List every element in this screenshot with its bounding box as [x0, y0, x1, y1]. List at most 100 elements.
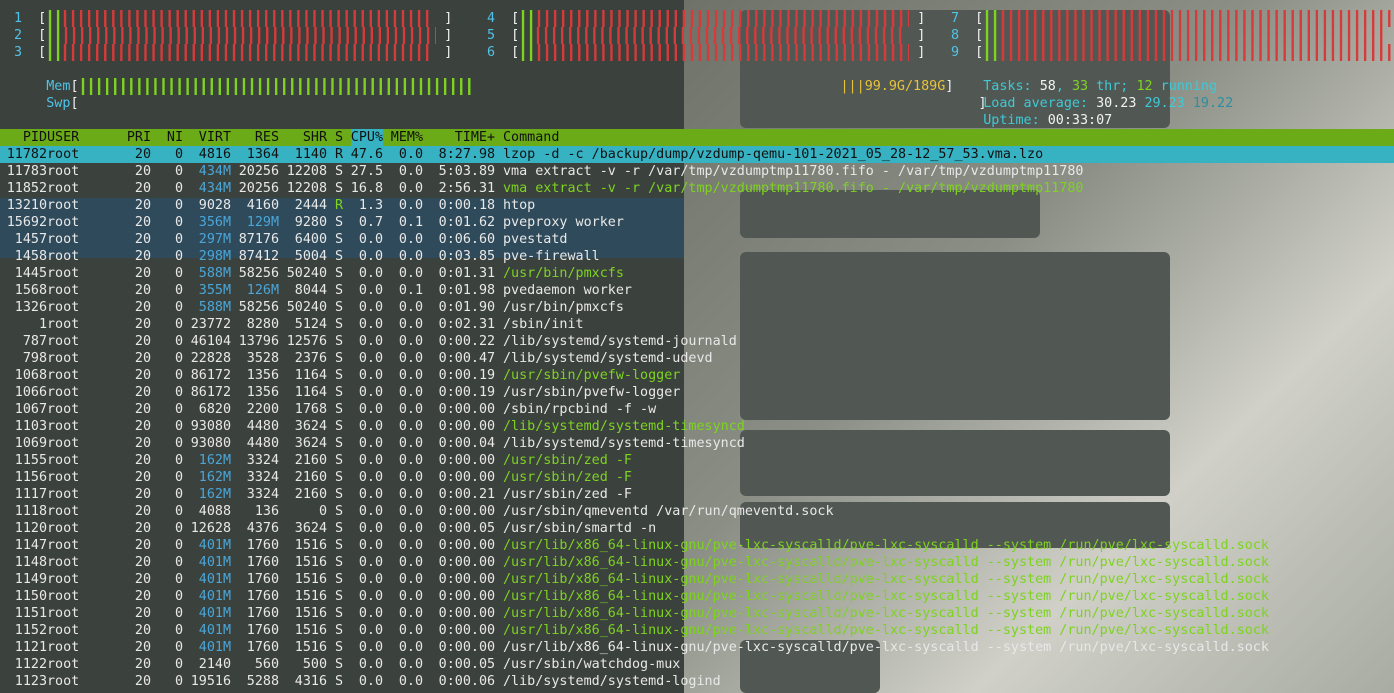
state-cell: S: [335, 368, 344, 383]
process-row[interactable]: 1118 root 20 0 4088 136 0 S 0.0 0.0 0:00.00/usr/sb…: [0, 503, 1394, 520]
command-cell: pvedaemon worker: [503, 283, 632, 298]
user-cell: root: [47, 657, 80, 672]
virt-cell: 4088: [198, 504, 232, 519]
time-cell: 5:03.89: [438, 164, 496, 179]
process-row[interactable]: 1068 root 20 0 86172 1356 1164 S 0.0 0.0 0:00.19/u…: [0, 367, 1394, 384]
header-time[interactable]: TIME+: [455, 129, 495, 146]
process-row[interactable]: 1147 root 20 0 401M 1760 1516 S 0.0 0.0 0:00.00/us…: [0, 537, 1394, 554]
res-cell: 5288: [246, 674, 280, 689]
pid-cell: 1117: [14, 487, 48, 502]
header-user[interactable]: USER: [47, 129, 79, 146]
res-cell: 4480: [246, 436, 280, 451]
header-res[interactable]: RES: [255, 129, 279, 146]
process-row[interactable]: 1152 root 20 0 401M 1760 1516 S 0.0 0.0 0:00.00/us…: [0, 622, 1394, 639]
process-row[interactable]: 1458 root 20 0 298M 87412 5004 S 0.0 0.0 0:03.85 pv…: [0, 248, 1394, 265]
command-cell: /sbin/init: [503, 317, 584, 332]
virt-cell: 298M: [198, 249, 232, 264]
virt-cell: 162M: [198, 470, 232, 485]
header-virt[interactable]: VIRT: [199, 129, 231, 146]
process-row[interactable]: 1117 root 20 0 162M 3324 2160 S 0.0 0.0 0:00.21/us…: [0, 486, 1394, 503]
cpu-number: 2: [14, 28, 23, 43]
process-row[interactable]: 1326 root 20 0 588M 58256 50240 S 0.0 0.0 0:01.90 /…: [0, 299, 1394, 316]
process-row[interactable]: 1151 root 20 0 401M 1760 1516 S 0.0 0.0 0:00.00/us…: [0, 605, 1394, 622]
process-row-selected[interactable]: 11782 root 20 0 4816 1364 1140 R 47.6 0.0 8:27.98 l…: [0, 146, 1394, 163]
mem-cell: 0.0: [398, 640, 424, 655]
process-row[interactable]: 1103 root 20 0 93080 4480 3624 S 0.0 0.0 0:00.00/l…: [0, 418, 1394, 435]
process-row[interactable]: 1156 root 20 0 162M 3324 2160 S 0.0 0.0 0:00.00/us…: [0, 469, 1394, 486]
process-row[interactable]: 11852 root 20 0 434M 20256 12208 S 16.8 0.0 2:56.3…: [0, 180, 1394, 197]
nice-cell: 0: [174, 266, 183, 281]
header-cpu[interactable]: CPU%: [350, 129, 384, 146]
header-state[interactable]: S: [335, 129, 343, 146]
mem-cell: 0.0: [398, 436, 424, 451]
priority-cell: 20: [134, 181, 152, 196]
pid-cell: 1121: [14, 640, 48, 655]
process-row[interactable]: 1 root 20 0 23772 8280 5124 S 0.0 0.0 0:02.31/sbin…: [0, 316, 1394, 333]
virt-cell: 6820: [198, 402, 232, 417]
process-row[interactable]: 798 root 20 0 22828 3528 2376 S 0.0 0.0 0:00.47/li…: [0, 350, 1394, 367]
process-row[interactable]: 1067 root 20 0 6820 2200 1768 S 0.0 0.0 0:00.00/sb…: [0, 401, 1394, 418]
nice-cell: 0: [174, 283, 183, 298]
pid-cell: 11783: [6, 164, 48, 179]
process-table-header[interactable]: PID USER PRI NI VIRT RES SHR S CPU% MEM% TIME+ Comm…: [0, 129, 1394, 146]
virt-cell: 401M: [198, 572, 232, 587]
state-cell: S: [335, 232, 344, 247]
nice-cell: 0: [174, 436, 183, 451]
state-cell: S: [335, 181, 344, 196]
process-row[interactable]: 1568 root 20 0 355M 126M 8044 S 0.0 0.1 0:01.98 pve…: [0, 282, 1394, 299]
process-row[interactable]: 1122 root 20 0 2140 560 500 S 0.0 0.0 0:00.05/usr/…: [0, 656, 1394, 673]
virt-cell: 355M: [198, 283, 232, 298]
cpu-cell: 0.0: [358, 657, 384, 672]
process-row[interactable]: 787 root 20 0 46104 13796 12576 S 0.0 0.0 0:00.22 /…: [0, 333, 1394, 350]
header-shr[interactable]: SHR: [303, 129, 327, 146]
htop-terminal[interactable]: 1 []2 []3 [] 4 []5 []6 [] 7 []8 []9 [] Mem…: [0, 0, 1394, 693]
priority-cell: 20: [134, 249, 152, 264]
state-cell: S: [335, 215, 344, 230]
process-row[interactable]: 1148 root 20 0 401M 1760 1516 S 0.0 0.0 0:00.00/us…: [0, 554, 1394, 571]
command-cell: /usr/sbin/pvefw-logger: [503, 368, 681, 383]
pid-cell: 1068: [14, 368, 48, 383]
process-row[interactable]: 1120 root 20 0 12628 4376 3624 S 0.0 0.0 0:00.05/u…: [0, 520, 1394, 537]
process-row[interactable]: 1149 root 20 0 401M 1760 1516 S 0.0 0.0 0:00.00/us…: [0, 571, 1394, 588]
process-row[interactable]: 1457 root 20 0 297M 87176 6400 S 0.0 0.0 0:06.60 pv…: [0, 231, 1394, 248]
state-cell: S: [335, 266, 344, 281]
header-mem[interactable]: MEM%: [391, 129, 423, 146]
pid-cell: 1568: [14, 283, 48, 298]
header-ni[interactable]: NI: [167, 129, 183, 146]
virt-cell: 356M: [198, 215, 232, 230]
process-row[interactable]: 1069 root 20 0 93080 4480 3624 S 0.0 0.0 0:00.04/l…: [0, 435, 1394, 452]
process-row[interactable]: 11783 root 20 0 434M 20256 12208 S 27.5 0.0 5:03.8…: [0, 163, 1394, 180]
priority-cell: 20: [134, 555, 152, 570]
pid-cell: 1155: [14, 453, 48, 468]
process-row[interactable]: 13210 root 20 0 9028 4160 2444 R 1.3 0.0 0:00.18 ht…: [0, 197, 1394, 214]
cpu-cell: 0.0: [358, 606, 384, 621]
header-pid[interactable]: PID: [23, 129, 47, 146]
mem-cell: 0.0: [398, 521, 424, 536]
time-cell: 0:00.00: [438, 606, 496, 621]
header-command[interactable]: Command: [503, 129, 559, 146]
process-row[interactable]: 1150 root 20 0 401M 1760 1516 S 0.0 0.0 0:00.00/us…: [0, 588, 1394, 605]
mem-cell: 0.0: [398, 555, 424, 570]
command-cell: pve-firewall: [503, 249, 600, 264]
header-pri[interactable]: PRI: [127, 129, 151, 146]
user-cell: root: [47, 181, 80, 196]
cpu-meter-6: 6 []: [487, 44, 926, 61]
process-row[interactable]: 1066 root 20 0 86172 1356 1164 S 0.0 0.0 0:00.19/u…: [0, 384, 1394, 401]
process-row[interactable]: 1445 root 20 0 588M 58256 50240 S 0.0 0.0 0:01.31 /…: [0, 265, 1394, 282]
res-cell: 20256: [238, 181, 280, 196]
pid-cell: 1150: [14, 589, 48, 604]
virt-cell: 588M: [198, 300, 232, 315]
process-row[interactable]: 1123 root 20 0 19516 5288 4316 S 0.0 0.0 0:00.06/l…: [0, 673, 1394, 690]
process-row[interactable]: 1155 root 20 0 162M 3324 2160 S 0.0 0.0 0:00.00/us…: [0, 452, 1394, 469]
process-row[interactable]: 15692 root 20 0 356M 129M 9280 S 0.7 0.1 0:01.62 pv…: [0, 214, 1394, 231]
mem-cell: 0.0: [398, 402, 424, 417]
command-cell: /usr/lib/x86_64-linux-gnu/pve-lxc-syscal…: [503, 640, 1269, 655]
res-cell: 1760: [246, 640, 280, 655]
virt-cell: 46104: [190, 334, 232, 349]
process-row[interactable]: 1121 root 20 0 401M 1760 1516 S 0.0 0.0 0:00.00/us…: [0, 639, 1394, 656]
virt-cell: 9028: [198, 198, 232, 213]
user-cell: root: [47, 266, 80, 281]
command-cell: /usr/lib/x86_64-linux-gnu/pve-lxc-syscal…: [503, 572, 1269, 587]
shr-cell: 2376: [294, 351, 328, 366]
shr-cell: 1516: [294, 589, 328, 604]
